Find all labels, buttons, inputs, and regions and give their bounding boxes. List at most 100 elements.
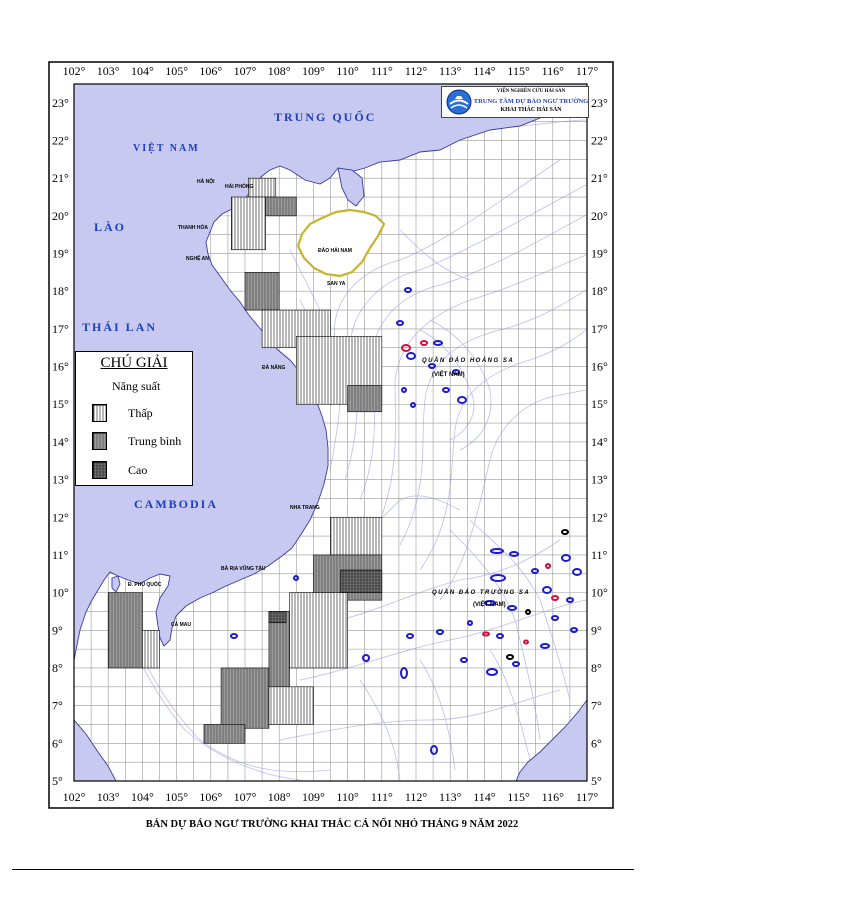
lon-label-bottom: 103° (97, 790, 120, 804)
bottom-rule (12, 869, 634, 870)
legend-subtitle: Năng suất (112, 379, 161, 393)
lon-label-top: 112° (405, 64, 428, 78)
lon-label-bottom: 104° (131, 790, 154, 804)
forecast-zone-thap (268, 686, 314, 725)
lat-label-left: 18° (52, 284, 69, 298)
label-hoang-sa-vn: (VIỆT NAM) (432, 370, 465, 378)
label-china: TRUNG QUỐC (274, 109, 376, 124)
forecast-zone-trung-binh (203, 724, 246, 744)
lat-label-right: 6° (591, 736, 602, 750)
lat-label-left: 12° (52, 510, 69, 524)
lat-label-left: 10° (52, 586, 69, 600)
lon-label-top: 104° (131, 64, 154, 78)
lat-label-right: 20° (591, 209, 608, 223)
lon-label-top: 111° (371, 64, 393, 78)
lat-label-left: 20° (52, 209, 69, 223)
forecast-zone-cao (268, 611, 287, 624)
lon-label-top: 116° (542, 64, 565, 78)
lat-label-right: 7° (591, 699, 602, 713)
lat-label-right: 18° (591, 284, 608, 298)
lon-label-bottom: 110° (336, 790, 359, 804)
label-truong-sa: QUẦN ĐẢO TRƯỜNG SA (432, 588, 530, 596)
lat-label-right: 15° (591, 397, 608, 411)
legend-title: CHÚ GIẢI (100, 355, 168, 371)
forecast-zone-cao (340, 569, 383, 593)
label-truong-sa-vn: (VIỆT NAM) (473, 600, 506, 608)
label-hoang-sa: QUẦN ĐẢO HOÀNG SA (422, 357, 514, 364)
lon-label-bottom: 117° (576, 790, 599, 804)
map-caption: BẢN DỰ BÁO NGƯ TRƯỜNG KHAI THÁC CÁ NỔI N… (145, 819, 519, 830)
legend-label-low: Thấp (128, 406, 153, 420)
forecast-zone-trung-binh (265, 196, 297, 217)
lon-label-bottom: 109° (302, 790, 325, 804)
lon-label-bottom: 116° (542, 790, 565, 804)
lat-label-left: 9° (52, 623, 63, 637)
forecast-zone-thap (142, 629, 160, 669)
label-san-ya: SAN YA (327, 281, 346, 287)
label-ha-noi: HÀ NỘI (197, 177, 215, 185)
lon-label-top: 117° (576, 64, 599, 78)
forecast-zone-trung-binh (244, 272, 280, 311)
lon-label-bottom: 107° (234, 790, 257, 804)
lat-label-right: 14° (591, 435, 608, 449)
lon-label-bottom: 105° (165, 790, 188, 804)
lon-label-top: 103° (97, 64, 120, 78)
label-nha-trang: NHA TRANG (290, 505, 320, 511)
legend-label-medium: Trung bình (128, 434, 182, 448)
forecast-zone-thap (330, 516, 383, 556)
lat-label-right: 12° (591, 510, 608, 524)
label-hai-nam: ĐẢO HẢI NAM (318, 247, 352, 254)
legend-swatch-high (92, 461, 107, 479)
lon-label-bottom: 108° (268, 790, 291, 804)
legend-swatch-medium (92, 432, 107, 450)
lat-label-left: 14° (52, 435, 69, 449)
lat-label-right: 10° (591, 586, 608, 600)
lat-label-right: 11° (591, 548, 608, 562)
legend-swatch-low (92, 404, 107, 422)
lon-label-bottom: 106° (199, 790, 222, 804)
lon-label-top: 113° (439, 64, 462, 78)
lat-label-left: 17° (52, 322, 69, 336)
legend-label-high: Cao (128, 463, 148, 477)
lat-label-left: 13° (52, 473, 69, 487)
lat-label-left: 15° (52, 397, 69, 411)
forecast-zone-trung-binh (347, 385, 383, 413)
forecast-zone-thap (231, 196, 266, 251)
lat-label-right: 23° (591, 96, 608, 110)
label-ca-mau: CÀ MAU (171, 621, 191, 628)
legend-item-high: Cao (92, 461, 192, 479)
lat-label-right: 21° (591, 171, 608, 185)
lat-label-left: 11° (52, 548, 69, 562)
label-thanh-hoa: THANH HÓA (178, 223, 208, 231)
label-vietnam: VIỆT NAM (133, 141, 200, 154)
label-ba-ria: BÀ RỊA VŨNG TÀU (221, 565, 266, 572)
lon-label-bottom: 102° (63, 790, 86, 804)
lat-label-right: 5° (591, 774, 602, 788)
institute-line-3: KHAI THÁC HẢI SẢN (500, 107, 562, 113)
institute-header: VIỆN NGHIÊN CỨU HẢI SẢN TRUNG TÂM DỰ BÁO… (441, 86, 589, 118)
lat-label-left: 19° (52, 247, 69, 261)
lat-label-left: 7° (52, 699, 63, 713)
lat-label-right: 13° (591, 473, 608, 487)
lon-label-bottom: 114° (473, 790, 496, 804)
lat-label-left: 22° (52, 134, 69, 148)
lat-label-left: 8° (52, 661, 63, 675)
lon-label-top: 106° (199, 64, 222, 78)
lat-label-right: 8° (591, 661, 602, 675)
lon-label-top: 109° (302, 64, 325, 78)
lon-label-bottom: 115° (507, 790, 530, 804)
lat-label-right: 16° (591, 360, 608, 374)
lon-label-top: 102° (63, 64, 86, 78)
lat-label-right: 17° (591, 322, 608, 336)
legend-item-medium: Trung bình (92, 432, 192, 450)
forecast-zone-trung-binh (107, 592, 143, 669)
lat-label-left: 23° (52, 96, 69, 110)
lon-label-top: 108° (268, 64, 291, 78)
lat-label-left: 21° (52, 171, 69, 185)
lon-label-top: 107° (234, 64, 257, 78)
label-laos: LÀO (94, 220, 126, 234)
lon-label-bottom: 112° (405, 790, 428, 804)
lon-label-top: 115° (507, 64, 530, 78)
legend-box: CHÚ GIẢI Năng suất Thấp Trung bình Cao (75, 351, 193, 486)
label-nghe-an: NGHỆ AN (186, 254, 209, 262)
